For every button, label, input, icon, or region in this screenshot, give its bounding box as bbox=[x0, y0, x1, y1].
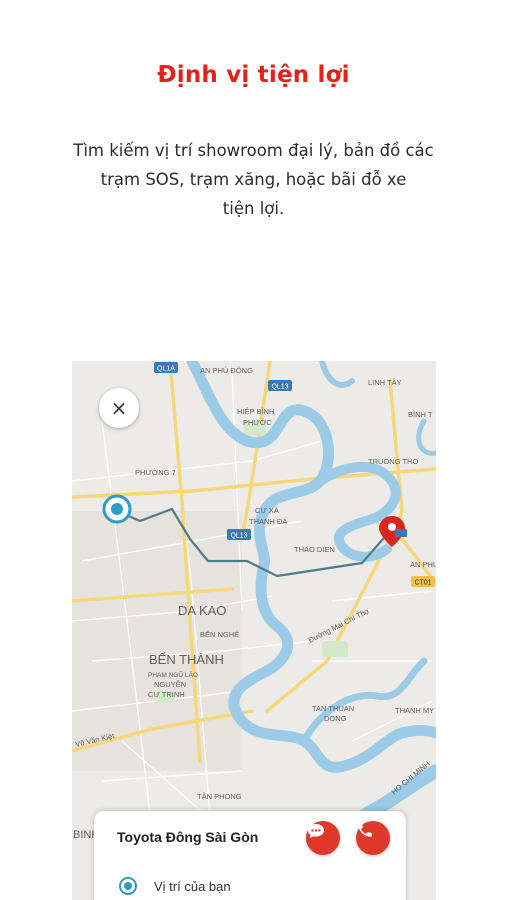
call-button[interactable] bbox=[356, 821, 390, 855]
map-label: TRUONG THO bbox=[368, 457, 418, 466]
map-label: THANH ĐA bbox=[249, 517, 287, 526]
map-label: DA KAO bbox=[178, 603, 226, 618]
svg-text:QL1A: QL1A bbox=[157, 366, 175, 373]
svg-text:QL13: QL13 bbox=[230, 533, 247, 540]
map-label: NGUYỄN bbox=[154, 680, 186, 689]
location-dot-icon bbox=[119, 877, 137, 895]
svg-text:CT01: CT01 bbox=[414, 580, 431, 587]
map-label: HIỆP BÌNH bbox=[237, 407, 274, 416]
map-label: PHƯỚC bbox=[243, 418, 272, 427]
current-location-marker[interactable] bbox=[102, 494, 132, 524]
page-description: Tìm kiếm vị trí showroom đại lý, bản đồ … bbox=[40, 136, 467, 223]
map-label: BÌNH T bbox=[408, 410, 433, 419]
road-shield-ct01: CT01 bbox=[411, 576, 435, 587]
road-shield-ql13-top: QL13 bbox=[268, 380, 292, 391]
map-view[interactable]: QL1A QL13 QL13 CT01 AN PHÚ ĐÔNG LINH TÂY… bbox=[72, 361, 436, 900]
map-label: LINH TÂY bbox=[368, 378, 402, 387]
map-label: TAN THUAN bbox=[312, 704, 354, 713]
map-label: THANH MY bbox=[395, 706, 434, 715]
description-line: Tìm kiếm vị trí showroom đại lý, bản đồ … bbox=[73, 141, 434, 160]
map-label: DONG bbox=[324, 714, 347, 723]
map-label: BẾN NGHÉ bbox=[200, 629, 239, 639]
map-label: AN PHÚ ĐÔNG bbox=[200, 366, 253, 375]
chat-button[interactable] bbox=[306, 821, 340, 855]
dealer-info-card: Toyota Đông Sài Gòn Vị trí của bạn bbox=[94, 811, 406, 900]
map-label: THAO DIEN bbox=[294, 545, 335, 554]
page-title: Định vị tiện lợi bbox=[157, 62, 350, 88]
map-urban-area bbox=[72, 511, 242, 771]
map-label: CƯ XÁ bbox=[255, 506, 279, 515]
map-label: BẾN THÀNH bbox=[149, 652, 224, 667]
map-label: AN PHU bbox=[410, 560, 436, 569]
description-line: trạm SOS, trạm xăng, hoặc bãi đỗ xe bbox=[100, 170, 407, 189]
your-location-label: Vị trí của bạn bbox=[154, 878, 231, 894]
close-button[interactable]: × bbox=[99, 388, 139, 428]
map-label: PHƯỜNG 7 bbox=[135, 468, 176, 477]
svg-text:QL13: QL13 bbox=[271, 384, 288, 391]
close-icon: × bbox=[110, 396, 128, 420]
map-label: TÂN PHONG bbox=[197, 792, 242, 801]
chat-bubble-icon bbox=[308, 824, 324, 838]
dealer-name: Toyota Đông Sài Gòn bbox=[117, 829, 259, 845]
map-label: CƯ TRINH bbox=[148, 690, 185, 699]
your-location-row[interactable]: Vị trí của bạn bbox=[119, 877, 231, 895]
phone-icon bbox=[358, 823, 372, 837]
road-shield-ql1a: QL1A bbox=[154, 362, 178, 373]
map-label: PHẠM NGŨ LÃO bbox=[148, 670, 198, 679]
road-shield-ql13-mid: QL13 bbox=[227, 529, 251, 540]
description-line: tiện lợi. bbox=[222, 199, 285, 218]
